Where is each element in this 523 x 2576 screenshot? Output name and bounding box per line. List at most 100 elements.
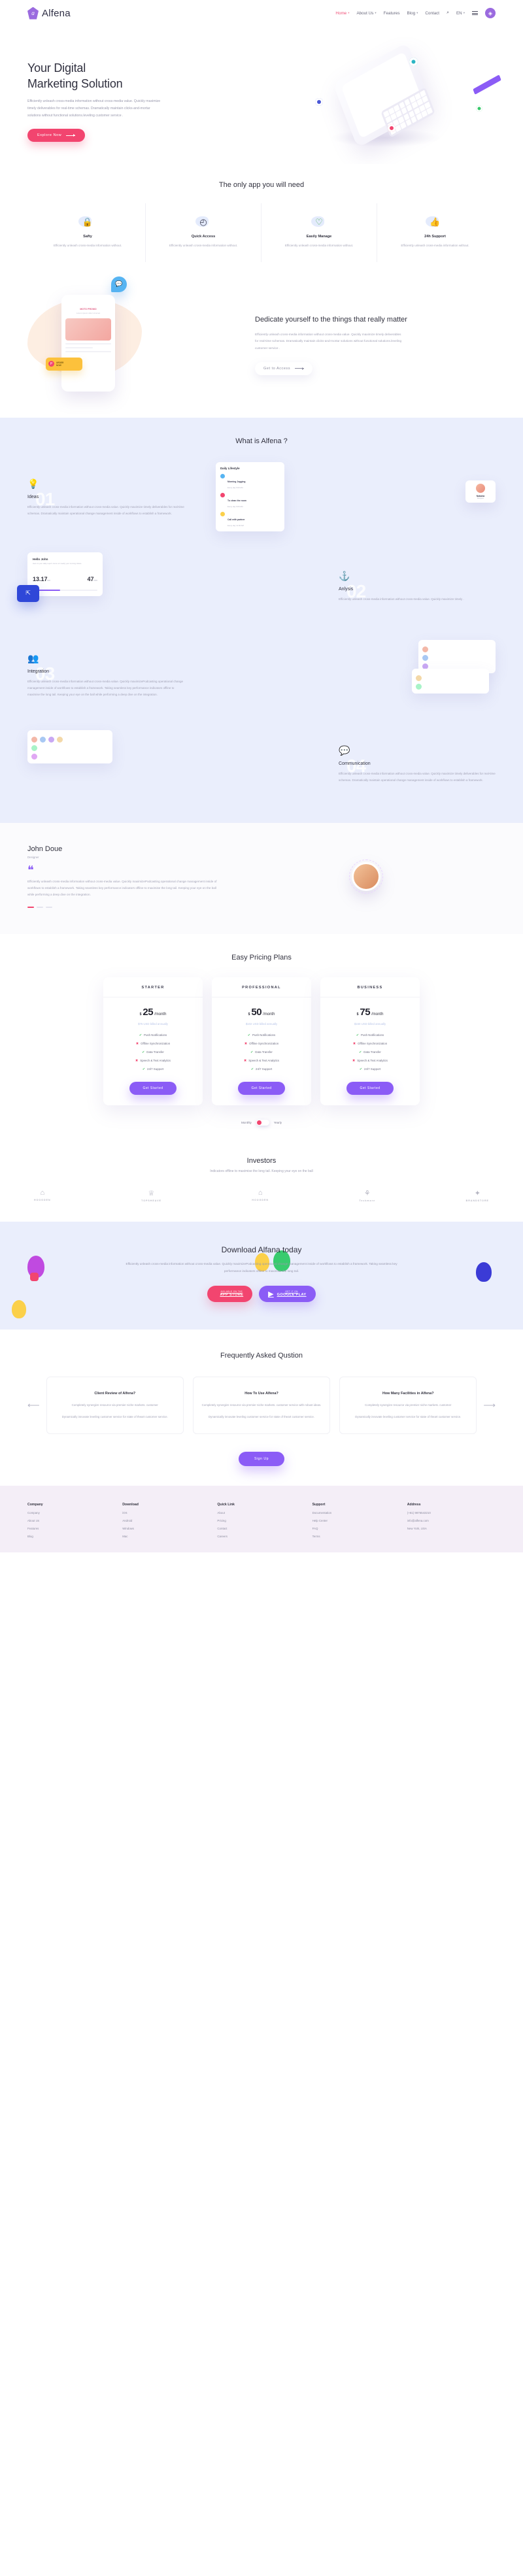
footer-link[interactable]: Mac [122, 1535, 211, 1538]
pricing-card-business: BUSINESS $ 75 /month $150 USD billed ann… [320, 977, 420, 1105]
google-play-button[interactable]: ▶ GET IT ON GOOGLE PLAY [259, 1285, 316, 1302]
get-started-button[interactable]: Get Started [129, 1081, 177, 1095]
plan-features: ✔ Push Notifications ✖ Offline Synchroniza… [110, 1033, 196, 1071]
toggle-label-yearly: Yearly [273, 1120, 282, 1124]
feature-card[interactable]: 👍 24h Support Efficiently unleash cross-… [377, 203, 493, 262]
chat-row[interactable] [31, 736, 109, 743]
feature-card[interactable]: ◴ Quick Access Efficiently unleash cross… [146, 203, 262, 262]
investor-name: HOOGDEN [252, 1199, 269, 1202]
footer-link[interactable]: Features [27, 1527, 116, 1530]
footer-link[interactable]: Help Center [312, 1519, 401, 1522]
plan-feature: ✔ Data Transfer [250, 1050, 273, 1054]
faq-card[interactable]: How To Use Alfena? Completely synergize … [192, 1376, 331, 1434]
chat-row[interactable] [422, 646, 492, 652]
footer-link[interactable]: Contact [217, 1527, 305, 1530]
hamburger-menu-icon[interactable] [472, 10, 478, 16]
faq-card[interactable]: How Many Facilities in Alfena? Completel… [339, 1376, 477, 1434]
feature-card[interactable]: 🔒 Safty Efficiently unleash cross-media … [30, 203, 146, 262]
plan-feature: ✔ Push Notifications [139, 1033, 167, 1037]
footer-link[interactable]: Company [27, 1511, 116, 1514]
nav-item-features[interactable]: Features [384, 11, 400, 16]
arrow-right-icon [295, 367, 305, 370]
footer-link[interactable]: About [217, 1511, 305, 1514]
footer-link[interactable]: iOS [122, 1511, 211, 1514]
nav-item-about[interactable]: About Us ▾ [356, 11, 376, 16]
plan-annual-note: $150 USD billed annually [354, 1022, 386, 1026]
investors-subtitle: Indicators offline to maximise the long … [210, 1169, 313, 1173]
daily-item[interactable]: Call with partner Every day 11:00 AM [220, 511, 280, 527]
footer-column-company: Company Company About Us Features Blog [27, 1503, 116, 1538]
pricing-card-professional: PROFESSIONAL $ 50 /month $102 USD billed… [212, 977, 311, 1105]
chat-row[interactable] [422, 654, 492, 661]
language-selector[interactable]: EN ▾ [456, 11, 465, 16]
pagination-dot-active[interactable] [27, 906, 34, 908]
footer-link[interactable]: Pricing [217, 1519, 305, 1522]
footer-link[interactable]: New York, USA [407, 1527, 496, 1530]
carousel-next-icon[interactable]: ⟶ [483, 1400, 496, 1411]
investor-name: Teckmore [359, 1199, 376, 1203]
sign-up-button[interactable]: Sign Up [239, 1451, 284, 1466]
download-title: Download Alfana today [221, 1245, 302, 1255]
footer-link[interactable]: Blog [27, 1535, 116, 1538]
get-to-access-button[interactable]: Get to Access [255, 361, 313, 375]
feature-card[interactable]: ♡ Easily Manage Efficiently unleash cros… [262, 203, 377, 262]
cross-icon: ✖ [244, 1058, 247, 1063]
currency-symbol: $ [139, 1012, 142, 1016]
faq-answer-1: Completely synergize resource via premie… [365, 1403, 452, 1407]
price-amount: 75 [360, 1006, 371, 1018]
testimonial-pagination[interactable] [27, 906, 224, 908]
faq-answer-2: Dynamically innovate leveling customer s… [355, 1415, 462, 1419]
promo-sub: Lorem ipsum dolor sit amet [76, 311, 101, 314]
faq-answer-1: Completely synergize resource via premie… [71, 1403, 158, 1407]
sign-up-label: Sign Up [254, 1456, 269, 1461]
nav-label: Home [335, 10, 347, 16]
dedicate-section: 💬 MOTO PROMO Lorem ipsum dolor sit amet … [0, 276, 523, 418]
site-header: ɑ Alfena Home ▾ About Us ▾ Features Blog… [0, 0, 523, 26]
faq-card[interactable]: Client Review of Alfena? Completely syne… [46, 1376, 184, 1434]
faq-carousel: ⟵ Client Review of Alfena? Completely sy… [27, 1376, 496, 1434]
get-started-button[interactable]: Get Started [238, 1081, 285, 1095]
billing-toggle[interactable] [256, 1119, 269, 1126]
pagination-dot[interactable] [46, 906, 52, 908]
footer-link[interactable]: Windows [122, 1527, 211, 1530]
avatar-glyph: ◈ [488, 10, 493, 16]
block-desc: Efficiently unleash cross-media informat… [339, 772, 496, 782]
chat-row[interactable] [31, 753, 109, 760]
daily-item-title: To clean the room [228, 499, 246, 502]
carousel-prev-icon[interactable]: ⟵ [27, 1400, 40, 1411]
footer-link[interactable]: (+81) 9876543210 [407, 1511, 496, 1514]
chat-row[interactable] [31, 744, 109, 751]
chevron-down-icon: ▾ [375, 11, 377, 14]
footer-link[interactable]: info@alfena.com [407, 1519, 496, 1522]
daily-item[interactable]: To clean the room Every day 9:00 AM [220, 492, 280, 508]
daily-item[interactable]: Morning Jogging Every day 6:00 AM [220, 473, 280, 489]
chat-row[interactable] [416, 683, 485, 690]
brand-logo[interactable]: ɑ Alfena [27, 7, 71, 20]
nav-item-blog[interactable]: Blog ▾ [407, 11, 418, 16]
footer-link[interactable]: FAQ [312, 1527, 401, 1530]
footer-link[interactable]: Documentation [312, 1511, 401, 1514]
chat-row[interactable] [416, 675, 485, 681]
testimonial-section: John Doue Designer ❝ Efficiently unleash… [0, 822, 523, 934]
footer-link[interactable]: About Us [27, 1519, 116, 1522]
footer-link[interactable]: Terms [312, 1535, 401, 1538]
nav-item-contact[interactable]: Contact [425, 11, 439, 16]
nav-item-home[interactable]: Home ▾ [335, 11, 349, 16]
footer-link[interactable]: Careers [217, 1535, 305, 1538]
leaf-icon: ɑ [27, 7, 39, 20]
avatar[interactable]: ◈ [485, 8, 496, 18]
search-icon[interactable]: ⌕ [447, 10, 449, 16]
feature-desc: Efficiently unleash cross-media informat… [169, 244, 238, 248]
get-started-button[interactable]: Get Started [346, 1081, 394, 1095]
order-now-badge[interactable]: P URDER NOW [46, 357, 82, 371]
explore-now-button[interactable]: Explore Now [27, 129, 86, 142]
footer-link[interactable]: Android [122, 1519, 211, 1522]
investor-mark-icon: ✦ [474, 1190, 481, 1198]
footer-column-quicklink: Quick Link About Pricing Contact Careers [217, 1503, 305, 1538]
investor-name: TOPSHEAVE [141, 1199, 161, 1203]
pagination-dot[interactable] [37, 906, 43, 908]
plan-feature: ✖ Speech & Text Analytics [244, 1058, 279, 1063]
app-store-button[interactable]: AVILABLE ON THE APP STORE [207, 1285, 253, 1302]
daily-lifestyle-card: Daily Lifestyle Morning Jogging Every da… [216, 461, 284, 531]
investors-logos: ⌂ HOOGDEN ♕ TOPSHEAVE ⌂ HOOGDEN ⚘ Teckmo… [27, 1189, 496, 1202]
